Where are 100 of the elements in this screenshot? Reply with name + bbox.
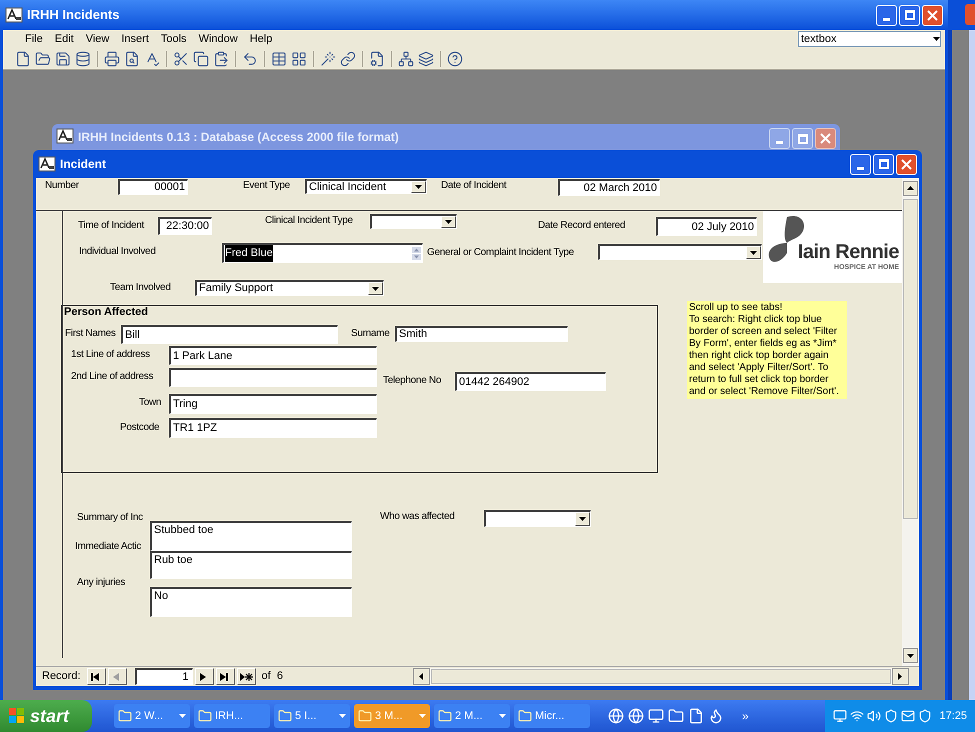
- text-field[interactable]: [169, 368, 377, 387]
- link-icon[interactable]: [340, 50, 356, 66]
- scissors-icon[interactable]: [173, 50, 189, 66]
- text-field[interactable]: 1 Park Lane: [169, 346, 377, 365]
- globe-icon[interactable]: [628, 708, 644, 724]
- text-field[interactable]: Bill: [121, 325, 338, 344]
- record-count: of 6: [262, 669, 283, 684]
- field-label: Individual Involved: [79, 245, 156, 259]
- text-field[interactable]: TR1 1PZ: [169, 418, 377, 438]
- field-label: Event Type: [243, 179, 290, 193]
- field-label: Clinical Incident Type: [265, 214, 353, 228]
- window-icon: [118, 709, 132, 723]
- last-record-button[interactable]: [216, 668, 235, 685]
- monitor-icon[interactable]: [648, 708, 664, 724]
- wifi-icon[interactable]: [850, 709, 864, 723]
- undo-icon[interactable]: [242, 50, 258, 66]
- grid-icon[interactable]: [291, 50, 307, 66]
- text-field[interactable]: Tring: [169, 394, 377, 414]
- field-label: First Names: [65, 327, 116, 341]
- field-label: Date of Incident: [441, 179, 506, 193]
- dropdown-field[interactable]: Family Support: [195, 280, 384, 296]
- text-field[interactable]: 02 July 2010: [656, 217, 757, 236]
- menu-item[interactable]: File: [19, 30, 49, 48]
- menu-item[interactable]: View: [80, 30, 116, 48]
- text-field[interactable]: 01442 264902: [455, 372, 606, 391]
- text-field[interactable]: 02 March 2010: [558, 179, 660, 196]
- field-label: Date Record entered: [538, 219, 626, 233]
- file-gear-icon[interactable]: [369, 50, 385, 66]
- text-field[interactable]: 22:30:00: [158, 217, 212, 235]
- table-icon[interactable]: [271, 50, 287, 66]
- record-number-field[interactable]: 1: [134, 668, 193, 685]
- window-icon: [358, 709, 372, 723]
- window-icon: [518, 709, 532, 723]
- menu-item[interactable]: Tools: [154, 30, 193, 48]
- form-key-icon: [5, 7, 23, 23]
- open-folder-icon[interactable]: [35, 50, 51, 66]
- form-key-icon: [38, 156, 56, 172]
- taskbar-button[interactable]: 2 M...: [434, 704, 510, 728]
- layers-icon[interactable]: [418, 50, 434, 66]
- field-label: Number: [45, 179, 79, 193]
- dropdown-field[interactable]: [598, 244, 762, 260]
- document-icon[interactable]: [688, 708, 704, 724]
- taskbar-button[interactable]: 2 W...: [114, 704, 190, 728]
- save-icon[interactable]: [55, 50, 71, 66]
- more-chevron[interactable]: »: [742, 707, 749, 725]
- printer-icon[interactable]: [104, 50, 120, 66]
- memo-field[interactable]: No: [150, 587, 352, 617]
- globe-icon[interactable]: [608, 708, 624, 724]
- clock: 17:25: [939, 708, 967, 724]
- copy-icon[interactable]: [193, 50, 209, 66]
- window-title: Incident: [60, 156, 108, 173]
- scroll-right-icon: [898, 673, 902, 680]
- next-record-button[interactable]: [194, 668, 214, 685]
- new-record-button[interactable]: [236, 668, 256, 685]
- window-icon: [198, 709, 212, 723]
- memo-field[interactable]: Rub toe: [150, 551, 352, 579]
- wand-icon[interactable]: [320, 50, 336, 66]
- taskbar-button[interactable]: Micr...: [514, 704, 590, 728]
- flame-icon[interactable]: [708, 708, 724, 724]
- help-icon[interactable]: [447, 50, 463, 66]
- network-icon[interactable]: [398, 50, 414, 66]
- folder-icon[interactable]: [668, 708, 684, 724]
- window-icon: [278, 709, 292, 723]
- paste-icon[interactable]: [213, 50, 229, 66]
- dropdown-field[interactable]: [484, 510, 591, 527]
- database-icon[interactable]: [75, 50, 91, 66]
- text-field[interactable]: Smith: [395, 326, 568, 342]
- field-label: Surname: [351, 327, 390, 341]
- new-file-icon[interactable]: [15, 50, 31, 66]
- vertical-scrollbar[interactable]: [902, 178, 919, 666]
- menu-item[interactable]: Edit: [48, 30, 80, 48]
- dropdown-field[interactable]: Clinical Incident: [305, 179, 427, 194]
- menu-item[interactable]: Help: [244, 30, 278, 48]
- first-record-button[interactable]: [86, 668, 106, 685]
- start-button[interactable]: start: [0, 700, 92, 732]
- caret-down-icon: [445, 220, 452, 224]
- caret-down-icon: [179, 714, 186, 718]
- caret-down-icon: [419, 714, 426, 718]
- taskbar-button[interactable]: IRH...: [194, 704, 270, 728]
- mail-icon[interactable]: [901, 709, 916, 723]
- memo-field[interactable]: Stubbed toe: [150, 521, 352, 551]
- type-question-box[interactable]: textbox: [798, 31, 941, 47]
- taskbar-button[interactable]: 5 I...: [274, 704, 350, 728]
- dropdown-field[interactable]: [370, 214, 457, 229]
- shield-icon[interactable]: [884, 709, 898, 723]
- field-label: Immediate Actic: [75, 540, 142, 554]
- logo-name: Iain Rennie: [798, 241, 899, 263]
- windows-flag-icon: [8, 707, 26, 725]
- speaker-icon[interactable]: [867, 709, 882, 723]
- record-label: Record:: [42, 669, 81, 684]
- text-field[interactable]: 00001: [118, 179, 188, 195]
- menu-item[interactable]: Window: [192, 30, 244, 48]
- caret-down-icon: [579, 517, 586, 521]
- horizontal-scrollbar[interactable]: [412, 668, 909, 685]
- shield-icon[interactable]: [918, 709, 932, 723]
- file-search-icon[interactable]: [124, 50, 140, 66]
- monitor-icon[interactable]: [833, 709, 848, 723]
- close-icon: [820, 133, 831, 144]
- menu-item[interactable]: Insert: [115, 30, 155, 48]
- window-title: IRHH Incidents 0.13 : Database (Access 2000 file format): [78, 129, 400, 146]
